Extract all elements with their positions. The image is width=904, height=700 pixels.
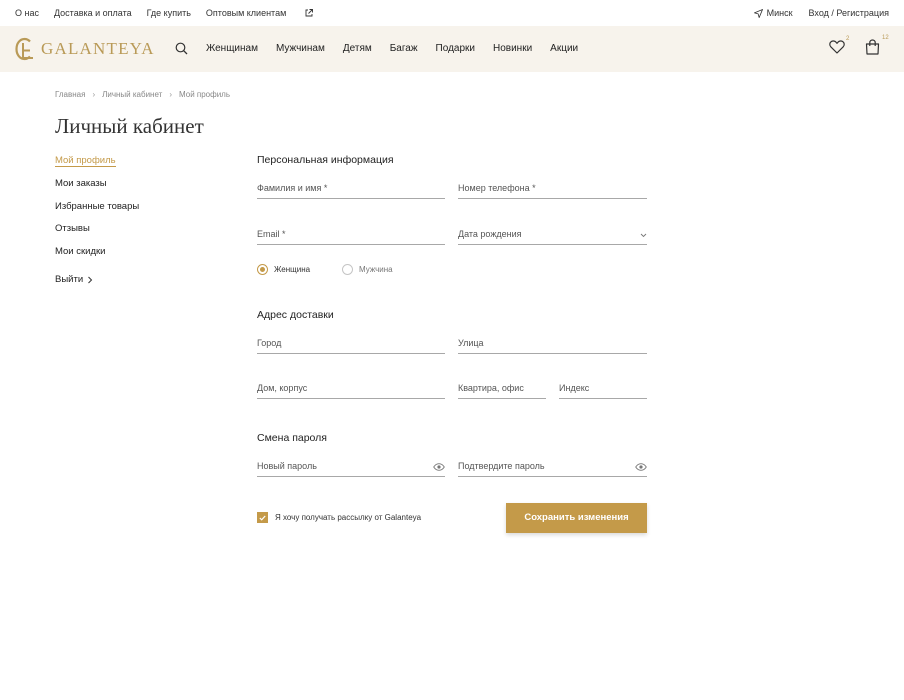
checkbox-indicator <box>257 512 268 523</box>
name-field[interactable]: Фамилия и имя * <box>257 183 445 199</box>
postal-index-field[interactable]: Индекс <box>559 383 647 399</box>
radio-indicator <box>342 264 353 275</box>
nav-item-women[interactable]: Женщинам <box>206 43 258 54</box>
flat-field-label: Квартира, офис <box>458 383 524 393</box>
top-bar: О нас Доставка и оплата Где купить Оптов… <box>0 0 904 26</box>
house-field[interactable]: Дом, корпус <box>257 383 445 399</box>
new-password-field[interactable]: Новый пароль <box>257 461 445 477</box>
street-field-label: Улица <box>458 338 484 348</box>
email-field-label: Email * <box>257 229 286 239</box>
city-label: Минск <box>766 8 793 18</box>
sidebar-item-logout[interactable]: Выйти <box>55 269 139 292</box>
checkmark-icon <box>259 515 266 521</box>
sidebar-item-label: Избранные товары <box>55 200 140 212</box>
sidebar-item-profile[interactable]: Мой профиль <box>55 155 139 178</box>
sidebar-item-reviews[interactable]: Отзывы <box>55 223 139 246</box>
top-links: О нас Доставка и оплата Где купить Оптов… <box>15 8 328 18</box>
heart-icon <box>829 40 845 54</box>
main-header: GALANTEYA Женщинам Мужчинам Детям Багаж … <box>0 26 904 72</box>
sidebar-item-orders[interactable]: Мои заказы <box>55 178 139 201</box>
nav-item-men[interactable]: Мужчинам <box>276 43 325 54</box>
location-arrow-icon <box>753 8 763 18</box>
street-field[interactable]: Улица <box>458 338 647 354</box>
city-selector[interactable]: Минск <box>753 8 793 18</box>
confirm-password-label: Подтвердите пароль <box>458 461 545 471</box>
radio-indicator <box>257 264 268 275</box>
password-title: Смена пароля <box>257 432 327 444</box>
account-sidebar: Мой профиль Мои заказы Избранные товары … <box>55 155 139 292</box>
email-field[interactable]: Email * <box>257 229 445 245</box>
gender-female-label: Женщина <box>274 265 311 274</box>
cart-button[interactable]: 12 <box>865 35 889 60</box>
top-link-delivery[interactable]: Доставка и оплата <box>54 8 132 18</box>
save-changes-button[interactable]: Сохранить изменения <box>506 503 647 533</box>
flat-field[interactable]: Квартира, офис <box>458 383 546 399</box>
eye-icon[interactable] <box>433 463 445 471</box>
newsletter-checkbox[interactable]: Я хочу получать рассылку от Galanteya <box>257 512 421 523</box>
main-nav: Женщинам Мужчинам Детям Багаж Подарки Но… <box>206 43 596 54</box>
personal-info-title: Персональная информация <box>257 154 394 166</box>
sidebar-item-label: Выйти <box>55 274 84 286</box>
logo-mark-icon <box>15 37 33 61</box>
login-register-link[interactable]: Вход / Регистрация <box>809 8 889 18</box>
city-field[interactable]: Город <box>257 338 445 354</box>
nav-item-kids[interactable]: Детям <box>343 43 372 54</box>
logo[interactable]: GALANTEYA <box>14 37 155 61</box>
newsletter-label: Я хочу получать рассылку от Galanteya <box>275 513 422 522</box>
chevron-right-icon <box>88 277 93 284</box>
external-link-icon <box>305 9 314 17</box>
breadcrumb-separator: › <box>92 90 96 99</box>
nav-item-gifts[interactable]: Подарки <box>436 43 475 54</box>
birth-date-label: Дата рождения <box>458 229 522 239</box>
wishlist-count: 2 <box>846 36 850 42</box>
birth-date-select[interactable]: Дата рождения <box>458 229 647 245</box>
search-icon[interactable] <box>175 42 188 55</box>
chevron-down-icon <box>640 233 647 238</box>
phone-field-label: Номер телефона * <box>458 183 536 193</box>
breadcrumb: Главная › Личный кабинет › Мой профиль <box>55 90 230 99</box>
gender-radio-female[interactable]: Женщина <box>257 264 310 275</box>
nav-item-luggage[interactable]: Багаж <box>390 43 418 54</box>
logo-text: GALANTEYA <box>41 39 155 58</box>
breadcrumb-home[interactable]: Главная <box>55 90 85 99</box>
nav-item-sale[interactable]: Акции <box>550 43 578 54</box>
breadcrumb-separator: › <box>169 90 172 99</box>
cart-count: 12 <box>882 35 889 41</box>
top-link-where-to-buy[interactable]: Где купить <box>147 8 191 18</box>
shopping-bag-icon <box>865 39 880 55</box>
address-title: Адрес доставки <box>257 309 334 321</box>
sidebar-item-label: Мои заказы <box>55 177 107 189</box>
postal-index-label: Индекс <box>559 383 590 393</box>
top-link-wholesale-label: Оптовым клиентам <box>205 8 287 18</box>
gender-male-label: Мужчина <box>359 265 393 274</box>
eye-icon[interactable] <box>635 463 647 471</box>
new-password-label: Новый пароль <box>257 461 317 471</box>
confirm-password-field[interactable]: Подтвердите пароль <box>458 461 647 477</box>
top-link-about[interactable]: О нас <box>15 8 39 18</box>
gender-radio-male[interactable]: Мужчина <box>342 264 393 275</box>
city-field-label: Город <box>257 338 282 348</box>
nav-item-new[interactable]: Новинки <box>493 43 532 54</box>
sidebar-item-label: Мой профиль <box>55 155 116 167</box>
house-field-label: Дом, корпус <box>257 383 308 393</box>
page-title: Личный кабинет <box>55 114 204 138</box>
phone-field[interactable]: Номер телефона * <box>458 183 647 199</box>
name-field-label: Фамилия и имя * <box>257 183 328 193</box>
breadcrumb-current: Мой профиль <box>178 90 230 99</box>
sidebar-item-label: Мои скидки <box>55 246 106 258</box>
wishlist-button[interactable]: 2 <box>829 36 849 59</box>
sidebar-item-label: Отзывы <box>55 223 90 235</box>
sidebar-item-discounts[interactable]: Мои скидки <box>55 246 139 269</box>
sidebar-item-favorites[interactable]: Избранные товары <box>55 201 139 224</box>
top-link-wholesale[interactable]: Оптовым клиентам <box>205 8 314 18</box>
breadcrumb-account[interactable]: Личный кабинет <box>102 90 162 99</box>
